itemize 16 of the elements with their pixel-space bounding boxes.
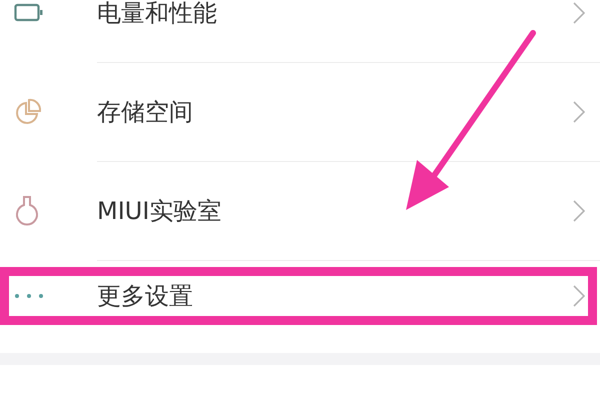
settings-item[interactable]: 电量和性能 xyxy=(0,0,600,62)
settings-item[interactable]: 存储空间 xyxy=(0,63,600,161)
flask-icon xyxy=(14,195,40,227)
settings-item[interactable]: 更多设置 xyxy=(0,261,600,331)
more-icon xyxy=(14,293,44,299)
item-label: 更多设置 xyxy=(97,281,194,312)
settings-item[interactable]: MIUI实验室 xyxy=(0,162,600,260)
item-label: 存储空间 xyxy=(97,97,194,128)
item-label: MIUI实验室 xyxy=(97,196,222,227)
battery-icon xyxy=(14,3,44,23)
item-label: 电量和性能 xyxy=(97,0,218,29)
chevron-icon xyxy=(573,285,585,307)
chevron-icon xyxy=(573,2,585,24)
pie-chart-icon xyxy=(14,98,42,126)
chevron-icon xyxy=(573,200,585,222)
chevron-icon xyxy=(573,101,585,123)
